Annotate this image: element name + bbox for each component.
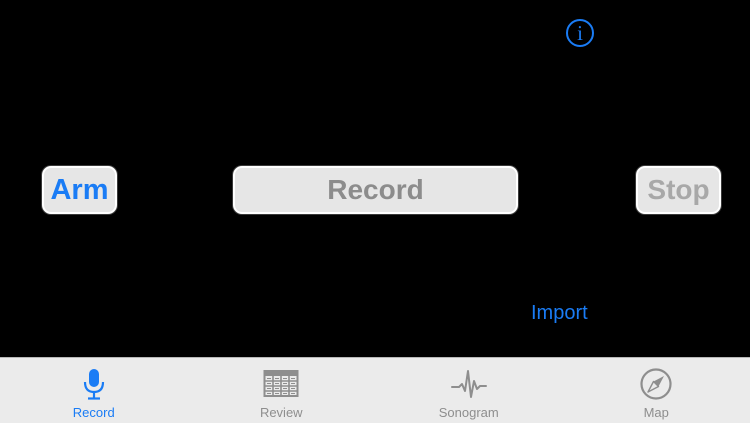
record-screen: i Arm Record Stop Import Record Review S…	[0, 0, 750, 423]
arm-button-label: Arm	[50, 173, 109, 206]
tab-record-label: Record	[72, 405, 115, 420]
info-button[interactable]: i	[566, 19, 594, 47]
arm-button[interactable]: Arm	[42, 166, 117, 214]
tab-map-label: Map	[643, 405, 669, 420]
import-link[interactable]: Import	[531, 302, 588, 325]
tab-map[interactable]: Map	[563, 358, 750, 423]
tab-bar: Record Review Sonogram Map	[0, 357, 750, 423]
table-icon	[263, 370, 299, 397]
tab-sonogram[interactable]: Sonogram	[375, 358, 563, 423]
info-icon: i	[577, 20, 583, 45]
microphone-icon	[83, 369, 104, 400]
record-button-label: Record	[327, 174, 424, 205]
tab-review[interactable]: Review	[188, 358, 376, 423]
compass-icon	[640, 368, 672, 400]
stop-button-label: Stop	[647, 174, 710, 205]
record-button[interactable]: Record	[233, 166, 518, 214]
tab-review-label: Review	[259, 405, 303, 420]
stop-button[interactable]: Stop	[636, 166, 721, 214]
waveform-icon	[450, 370, 487, 398]
tab-record[interactable]: Record	[0, 358, 188, 423]
tab-sonogram-label: Sonogram	[438, 405, 499, 420]
